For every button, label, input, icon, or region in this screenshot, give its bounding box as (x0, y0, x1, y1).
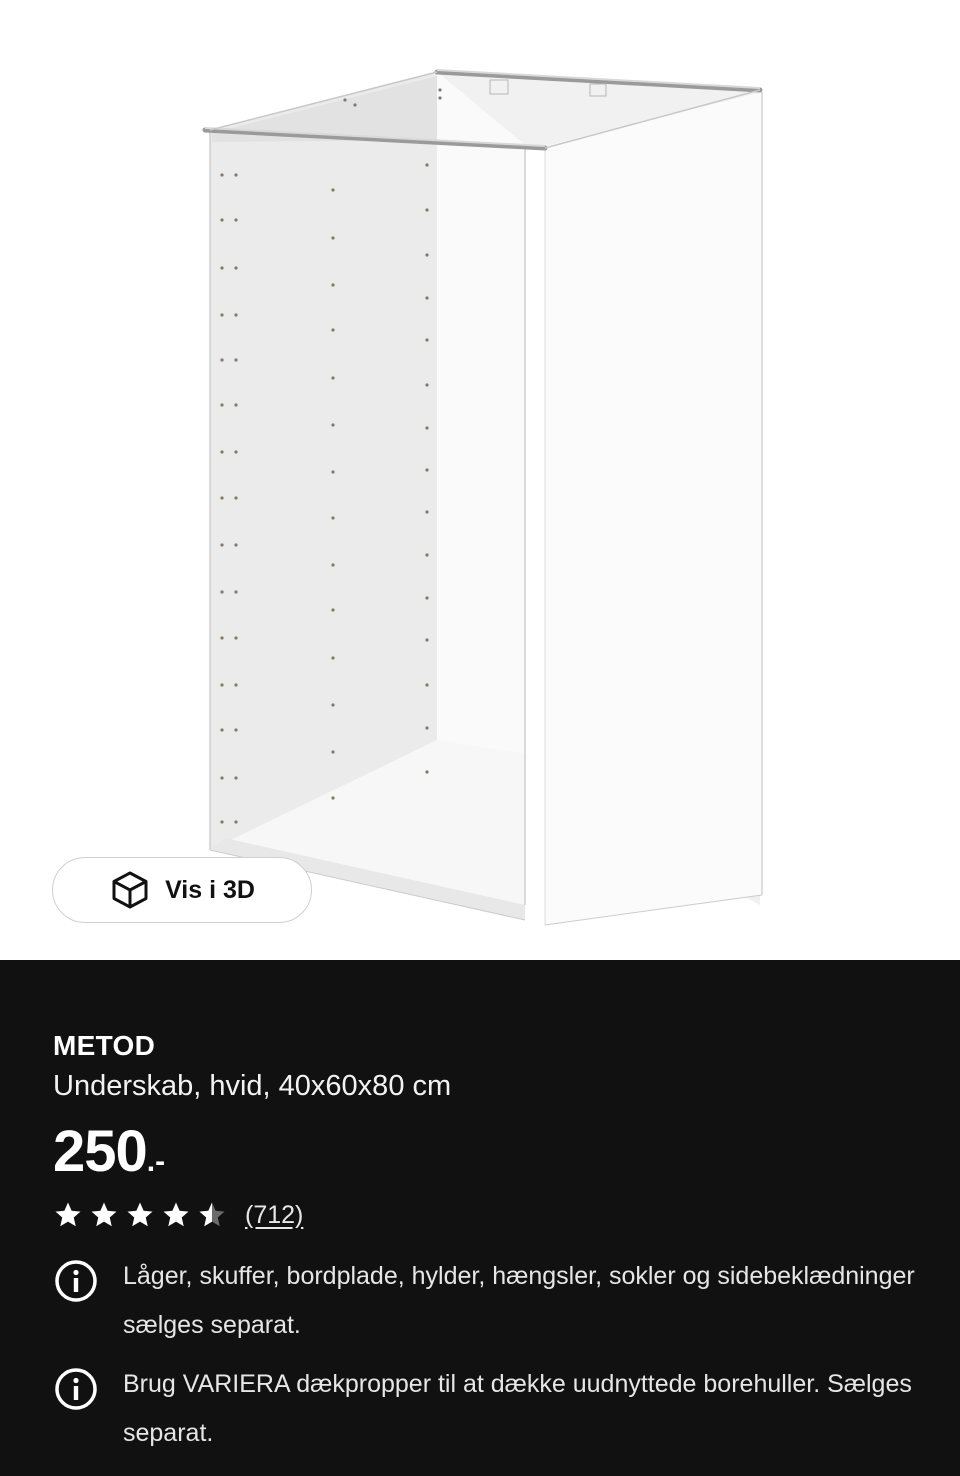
price-integer: 250 (53, 1119, 148, 1184)
review-count-link[interactable]: (712) (245, 1201, 303, 1230)
star-full-icon (163, 1202, 189, 1227)
product-info-panel: METOD Underskab, hvid, 40x60x80 cm 250.-… (0, 960, 960, 1463)
product-price: 250.- (53, 1118, 165, 1185)
view-in-3d-label: Vis i 3D (165, 875, 255, 904)
note-item: Brug VARIERA dækpropper til at dække uud… (53, 1368, 933, 1458)
product-image-area: Vis i 3D (0, 0, 960, 960)
product-name: METOD (53, 1030, 156, 1061)
product-notes: Låger, skuffer, bordplade, hylder, hængs… (53, 1260, 933, 1476)
star-full-icon (127, 1202, 153, 1227)
product-description: Underskab, hvid, 40x60x80 cm (53, 1070, 452, 1102)
star-full-icon (55, 1202, 81, 1227)
star-rating (53, 1200, 227, 1230)
info-icon (55, 1260, 97, 1302)
note-text: Brug VARIERA dækpropper til at dække uud… (123, 1370, 912, 1447)
info-icon (55, 1368, 97, 1410)
product-image (202, 69, 763, 926)
product-rating[interactable]: (712) (53, 1200, 303, 1230)
price-decimal: .- (146, 1145, 166, 1178)
star-full-icon (91, 1202, 117, 1227)
note-text: Låger, skuffer, bordplade, hylder, hængs… (123, 1262, 915, 1339)
star-half-icon (199, 1202, 225, 1227)
cube-icon (112, 871, 148, 909)
view-in-3d-button[interactable]: Vis i 3D (52, 857, 312, 923)
note-item: Låger, skuffer, bordplade, hylder, hængs… (53, 1260, 933, 1350)
